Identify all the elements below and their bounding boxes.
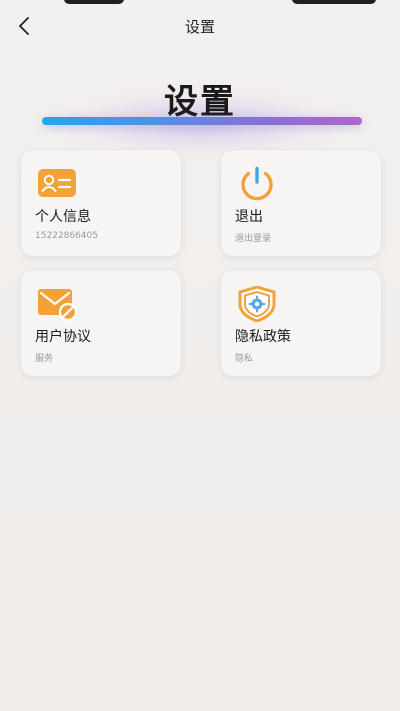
- nav-title: 设置: [184, 18, 215, 36]
- profile-label: 个人信息: [35, 209, 91, 225]
- shield-gear-icon: [238, 286, 276, 322]
- power-icon: [241, 166, 273, 201]
- status-bar: [0, 0, 400, 6]
- agreement-envelope-icon: [38, 289, 77, 322]
- status-time-fragment: [64, 0, 124, 4]
- hero-header: 设置: [0, 70, 400, 150]
- agreement-sub: 服务: [35, 354, 54, 364]
- id-card-icon: [38, 169, 76, 197]
- settings-screen: 设置 设置 个人信息 15222866405 退出 退出登录 用户协议 服务 隐…: [0, 0, 400, 711]
- privacy-sub: 隐私: [235, 354, 254, 364]
- status-icons-fragment: [292, 0, 376, 4]
- logout-sub: 退出登录: [235, 234, 272, 244]
- hero-gradient-bar: [42, 117, 362, 125]
- agreement-card[interactable]: 用户协议 服务: [21, 270, 181, 376]
- privacy-card[interactable]: 隐私政策 隐私: [221, 270, 381, 376]
- logout-label: 退出: [235, 209, 263, 225]
- profile-phone: 15222866405: [35, 231, 98, 241]
- privacy-label: 隐私政策: [235, 329, 291, 345]
- hero-title: 设置: [164, 82, 236, 122]
- profile-card[interactable]: 个人信息 15222866405: [21, 150, 181, 256]
- navigation-bar: 设置: [0, 10, 400, 42]
- logout-card[interactable]: 退出 退出登录: [221, 150, 381, 256]
- agreement-label: 用户协议: [35, 329, 91, 345]
